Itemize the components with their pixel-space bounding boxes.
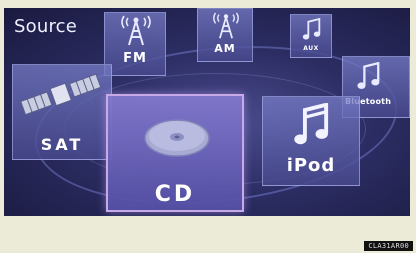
sat-button[interactable]: SAT [12, 64, 112, 160]
music-note-icon [294, 103, 329, 145]
fm-label: FM [123, 51, 147, 66]
am-label: AM [214, 42, 236, 55]
figure-frame: Source FM AM AUX Bluetooth SAT CD iPod C… [0, 0, 416, 253]
cd-label: CD [154, 182, 196, 207]
am-button[interactable]: AM [197, 8, 253, 62]
radio-tower-icon [121, 15, 151, 46]
music-note-icon [302, 18, 321, 40]
ipod-button[interactable]: iPod [262, 96, 360, 186]
cd-button[interactable]: CD [106, 94, 244, 212]
figure-code: CLA31AR00 [364, 241, 413, 251]
radio-tower-icon [213, 12, 239, 39]
satellite-icon [20, 73, 102, 116]
page-title: Source [14, 16, 78, 37]
disc-icon [144, 119, 210, 157]
ipod-label: iPod [286, 155, 336, 176]
aux-button[interactable]: AUX [290, 14, 332, 58]
aux-label: AUX [303, 45, 319, 52]
source-screen: Source FM AM AUX Bluetooth SAT CD iPod [4, 8, 410, 216]
fm-button[interactable]: FM [104, 12, 166, 76]
music-note-icon [357, 62, 380, 89]
sat-label: SAT [40, 135, 84, 154]
